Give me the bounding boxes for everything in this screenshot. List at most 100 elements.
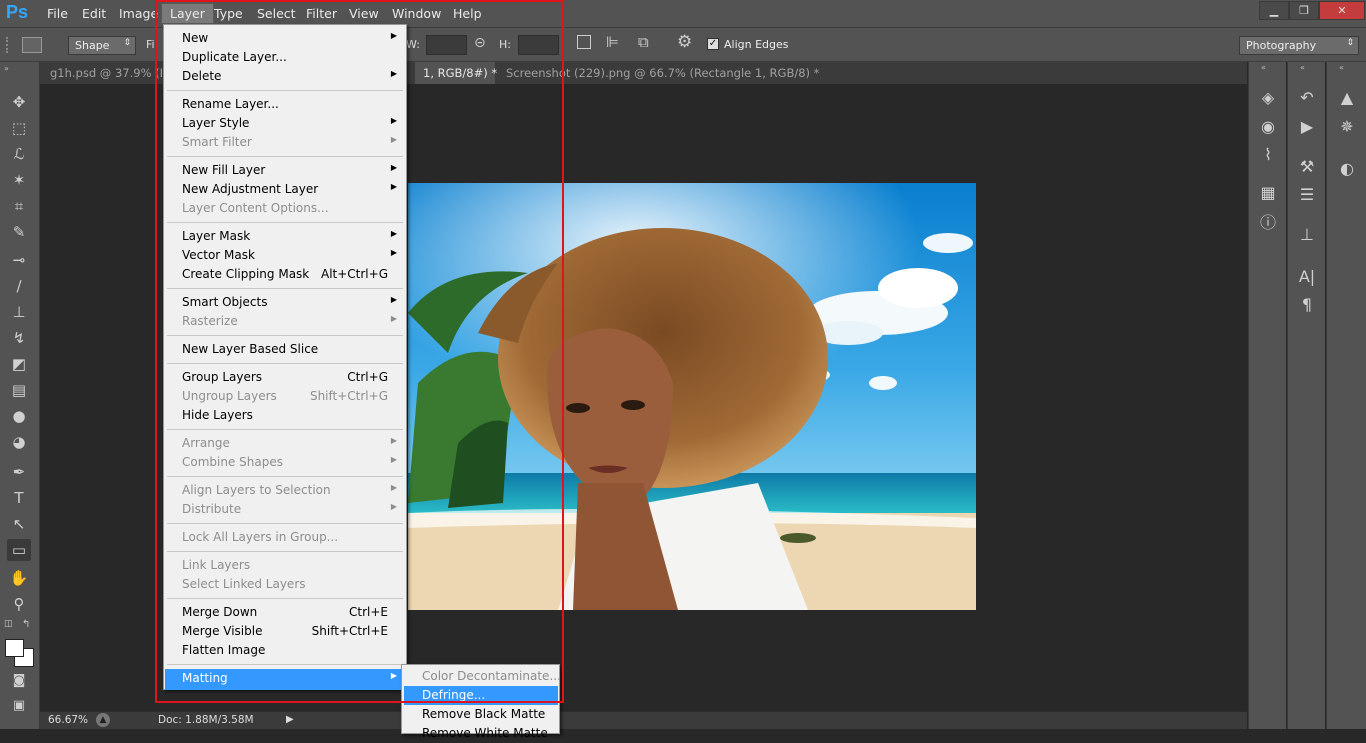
submenu-item-remove-black-matte[interactable]: Remove Black Matte xyxy=(404,705,558,724)
width-input[interactable] xyxy=(426,35,467,55)
gear-icon[interactable]: ⚙ xyxy=(677,32,692,52)
clone-source-icon[interactable]: ⊥ xyxy=(1293,222,1321,248)
eyedropper-tool-icon[interactable]: ✎ xyxy=(7,221,31,243)
character-panel-icon[interactable]: A| xyxy=(1293,264,1321,290)
collapse-icon[interactable]: « xyxy=(1339,63,1344,72)
collapse-icon[interactable]: « xyxy=(1300,63,1305,72)
menu-item-merge-visible[interactable]: Merge Visible Shift+Ctrl+E xyxy=(165,622,405,641)
marquee-tool-icon[interactable]: ⬚ xyxy=(7,117,31,139)
move-tool-icon[interactable]: ✥ xyxy=(7,91,31,113)
adjustments-panel-icon[interactable]: ☰ xyxy=(1293,182,1321,208)
menu-item-merge-down[interactable]: Merge Down Ctrl+E xyxy=(165,603,405,622)
blur-tool-icon[interactable]: ● xyxy=(7,405,31,427)
pen-tool-icon[interactable]: ✒ xyxy=(7,461,31,483)
type-tool-icon[interactable]: T xyxy=(7,487,31,509)
path-alignment-icon[interactable]: ⊫ xyxy=(606,33,619,51)
paths-panel-icon[interactable]: ⌇ xyxy=(1254,142,1282,168)
gradient-tool-icon[interactable]: ▤ xyxy=(7,379,31,401)
menu-item-group-layers[interactable]: Group Layers Ctrl+G xyxy=(165,368,405,387)
tab-g1h[interactable]: g1h.psd @ 37.9% (Lay xyxy=(42,62,162,84)
collapse-icon[interactable]: « xyxy=(1261,63,1266,72)
menu-select[interactable]: Select xyxy=(257,6,296,21)
shape-mode-dropdown[interactable]: Shape ⇕ xyxy=(68,36,136,55)
navigator-panel-icon[interactable]: ✵ xyxy=(1333,114,1361,140)
quick-mask-icon[interactable]: ◙ xyxy=(7,670,31,692)
lasso-tool-icon[interactable]: ℒ xyxy=(7,143,31,165)
menu-item-rename-layer[interactable]: Rename Layer... xyxy=(165,95,405,114)
menu-help[interactable]: Help xyxy=(453,6,482,21)
menu-layer[interactable]: Layer xyxy=(161,3,214,24)
tab-screenshot[interactable]: Screenshot (229).png @ 66.7% (Rectangle … xyxy=(498,62,827,84)
brush-tool-icon[interactable]: ∕ xyxy=(7,275,31,297)
minimize-button[interactable]: ▁ xyxy=(1259,1,1289,20)
zoom-tool-icon[interactable]: ⚲ xyxy=(7,593,31,615)
share-icon[interactable]: ▲ xyxy=(96,713,110,727)
menu-image[interactable]: Image xyxy=(119,6,158,21)
tab-active-document[interactable]: 1, RGB/8#) * xyxy=(415,62,497,84)
submenu-item-defringe[interactable]: Defringe... xyxy=(404,686,558,705)
menu-item-create-clipping-mask[interactable]: Create Clipping Mask Alt+Ctrl+G xyxy=(165,265,405,284)
color-panel-icon[interactable]: ◐ xyxy=(1333,156,1361,182)
menu-view[interactable]: View xyxy=(349,6,379,21)
hand-tool-icon[interactable]: ✋ xyxy=(7,567,31,589)
crop-tool-icon[interactable]: ⌗ xyxy=(7,195,31,217)
path-selection-tool-icon[interactable]: ↖ xyxy=(7,513,31,535)
dodge-tool-icon[interactable]: ◕ xyxy=(7,431,31,453)
path-operations-icon[interactable] xyxy=(577,35,591,49)
menu-item-new-adjustment-layer[interactable]: New Adjustment Layer ▶ xyxy=(165,180,405,199)
menu-file[interactable]: File xyxy=(47,6,68,21)
menu-edit[interactable]: Edit xyxy=(82,6,106,21)
menu-type[interactable]: Type xyxy=(214,6,243,21)
healing-brush-tool-icon[interactable]: ⊸ xyxy=(7,249,31,271)
menu-item-smart-objects[interactable]: Smart Objects ▶ xyxy=(165,293,405,312)
menu-item-layer-mask[interactable]: Layer Mask ▶ xyxy=(165,227,405,246)
height-input[interactable] xyxy=(518,35,559,55)
menu-filter[interactable]: Filter xyxy=(306,6,337,21)
menu-item-flatten-image[interactable]: Flatten Image xyxy=(165,641,405,660)
rectangle-tool-preset-icon[interactable] xyxy=(22,37,42,53)
zoom-level[interactable]: 66.67% xyxy=(48,714,88,726)
menu-separator xyxy=(167,222,403,223)
eraser-tool-icon[interactable]: ◩ xyxy=(7,353,31,375)
menu-item-layer-style[interactable]: Layer Style ▶ xyxy=(165,114,405,133)
menu-item-distribute: Distribute ▶ xyxy=(165,500,405,519)
rectangle-tool-icon[interactable]: ▭ xyxy=(7,539,31,561)
menu-item-label: Group Layers xyxy=(182,370,263,384)
menu-item-delete[interactable]: Delete ▶ xyxy=(165,67,405,86)
workspace-dropdown[interactable]: Photography ⇕ xyxy=(1239,36,1359,55)
swap-colors-icon[interactable]: ↰ xyxy=(22,619,30,630)
status-menu-arrow-icon[interactable]: ▶ xyxy=(286,714,294,725)
collapse-icon[interactable]: » xyxy=(4,64,9,73)
menu-item-new[interactable]: New ▶ xyxy=(165,29,405,48)
info-panel-icon[interactable]: ⓘ xyxy=(1254,210,1282,236)
menu-window[interactable]: Window xyxy=(392,6,441,21)
canvas-image[interactable] xyxy=(408,183,976,610)
libraries-panel-icon[interactable]: ▦ xyxy=(1254,180,1282,206)
paragraph-panel-icon[interactable]: ¶ xyxy=(1293,292,1321,318)
actions-panel-icon[interactable]: ▶ xyxy=(1293,114,1321,140)
restore-button[interactable]: ❐ xyxy=(1289,1,1319,20)
menu-item-matting[interactable]: Matting ▶ xyxy=(165,669,405,690)
menu-item-duplicate-layer[interactable]: Duplicate Layer... xyxy=(165,48,405,67)
close-button[interactable]: ✕ xyxy=(1319,1,1365,20)
menu-item-new-fill-layer[interactable]: New Fill Layer ▶ xyxy=(165,161,405,180)
screen-mode-icon[interactable]: ▣ xyxy=(7,695,31,717)
foreground-color-swatch[interactable] xyxy=(5,639,24,657)
default-colors-icon[interactable]: ◫ xyxy=(4,619,13,629)
clone-stamp-tool-icon[interactable]: ⊥ xyxy=(7,301,31,323)
menu-item-label: Smart Filter xyxy=(182,135,252,149)
align-edges-checkbox[interactable]: ✓ xyxy=(707,38,719,50)
menu-item-hide-layers[interactable]: Hide Layers xyxy=(165,406,405,425)
magic-wand-tool-icon[interactable]: ✶ xyxy=(7,169,31,191)
histogram-panel-icon[interactable]: ▲ xyxy=(1333,85,1361,111)
path-arrangement-icon[interactable]: ⧉ xyxy=(638,33,649,51)
link-icon[interactable]: ⊝ xyxy=(474,35,486,51)
history-brush-tool-icon[interactable]: ↯ xyxy=(7,327,31,349)
menu-item-new-layer-based-slice[interactable]: New Layer Based Slice xyxy=(165,340,405,359)
history-panel-icon[interactable]: ↶ xyxy=(1293,85,1321,111)
layers-panel-icon[interactable]: ◈ xyxy=(1254,85,1282,111)
channels-panel-icon[interactable]: ◉ xyxy=(1254,114,1282,140)
tool-presets-icon[interactable]: ⚒ xyxy=(1293,154,1321,180)
submenu-item-remove-white-matte[interactable]: Remove White Matte xyxy=(404,724,558,743)
menu-item-vector-mask[interactable]: Vector Mask ▶ xyxy=(165,246,405,265)
